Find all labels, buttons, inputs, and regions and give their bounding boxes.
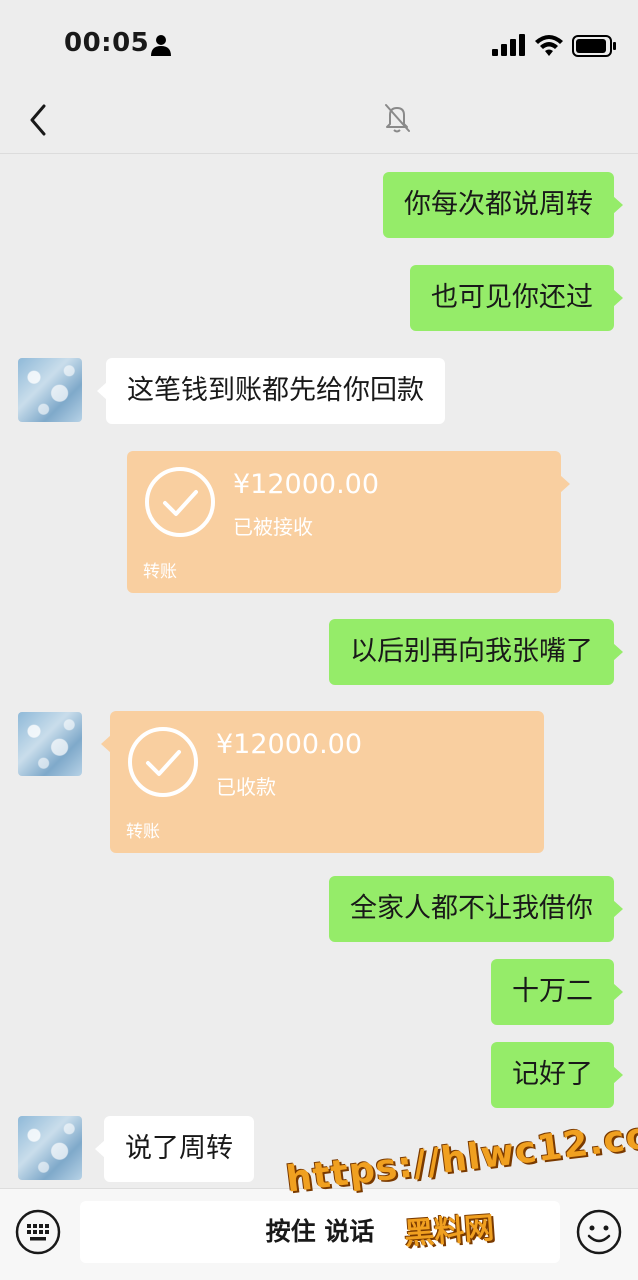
message-text: 也可见你还过	[431, 282, 593, 313]
chat-bubble-self[interactable]: 全家人都不让我借你	[329, 876, 623, 942]
keyboard-icon[interactable]	[15, 1209, 61, 1255]
transfer-label: 转账	[143, 562, 177, 582]
transfer-status: 已被接收	[233, 515, 313, 539]
transfer-card-self[interactable]: ¥12000.00 已被接收 转账	[127, 451, 570, 593]
wifi-icon	[535, 35, 563, 56]
message-text: 全家人都不让我借你	[350, 893, 593, 924]
message-text: 以后别再向我张嘴了	[350, 636, 593, 667]
emoji-icon[interactable]	[576, 1209, 622, 1255]
chat-bubble-self[interactable]: 你每次都说周转	[383, 172, 623, 238]
avatar[interactable]	[18, 712, 82, 776]
watermark-site-name: 黑料网	[403, 1210, 496, 1253]
signal-icon	[492, 34, 525, 56]
status-bar: 00:05	[0, 0, 638, 90]
message-text: 记好了	[512, 1059, 593, 1090]
check-circle-icon	[128, 727, 198, 797]
input-bar: 按住 说话	[0, 1188, 638, 1280]
chat-bubble-self[interactable]: 也可见你还过	[410, 265, 623, 331]
chat-bubble-self[interactable]: 记好了	[491, 1042, 623, 1108]
chat-bubble-other[interactable]: 说了周转	[95, 1116, 254, 1182]
message-text: 说了周转	[125, 1133, 233, 1164]
chat-bubble-self[interactable]: 十万二	[491, 959, 623, 1025]
message-text: 你每次都说周转	[404, 189, 593, 220]
transfer-card-other[interactable]: ¥12000.00 已收款 转账	[101, 711, 544, 853]
transfer-amount: ¥12000.00	[233, 469, 380, 500]
battery-icon	[572, 35, 616, 57]
transfer-status: 已收款	[216, 775, 276, 799]
mute-notification-icon	[385, 104, 410, 133]
transfer-amount: ¥12000.00	[216, 729, 363, 760]
nav-bar	[0, 90, 638, 154]
message-text: 这笔钱到账都先给你回款	[127, 375, 424, 406]
status-time: 00:05	[64, 28, 150, 58]
back-icon[interactable]	[22, 100, 54, 140]
transfer-label: 转账	[126, 822, 160, 842]
check-circle-icon	[145, 467, 215, 537]
avatar[interactable]	[18, 358, 82, 422]
person-icon	[151, 35, 171, 56]
chat-bubble-other[interactable]: 这笔钱到账都先给你回款	[97, 358, 445, 424]
chat-bubble-self[interactable]: 以后别再向我张嘴了	[329, 619, 623, 685]
message-text: 十万二	[512, 976, 593, 1007]
avatar[interactable]	[18, 1116, 82, 1180]
